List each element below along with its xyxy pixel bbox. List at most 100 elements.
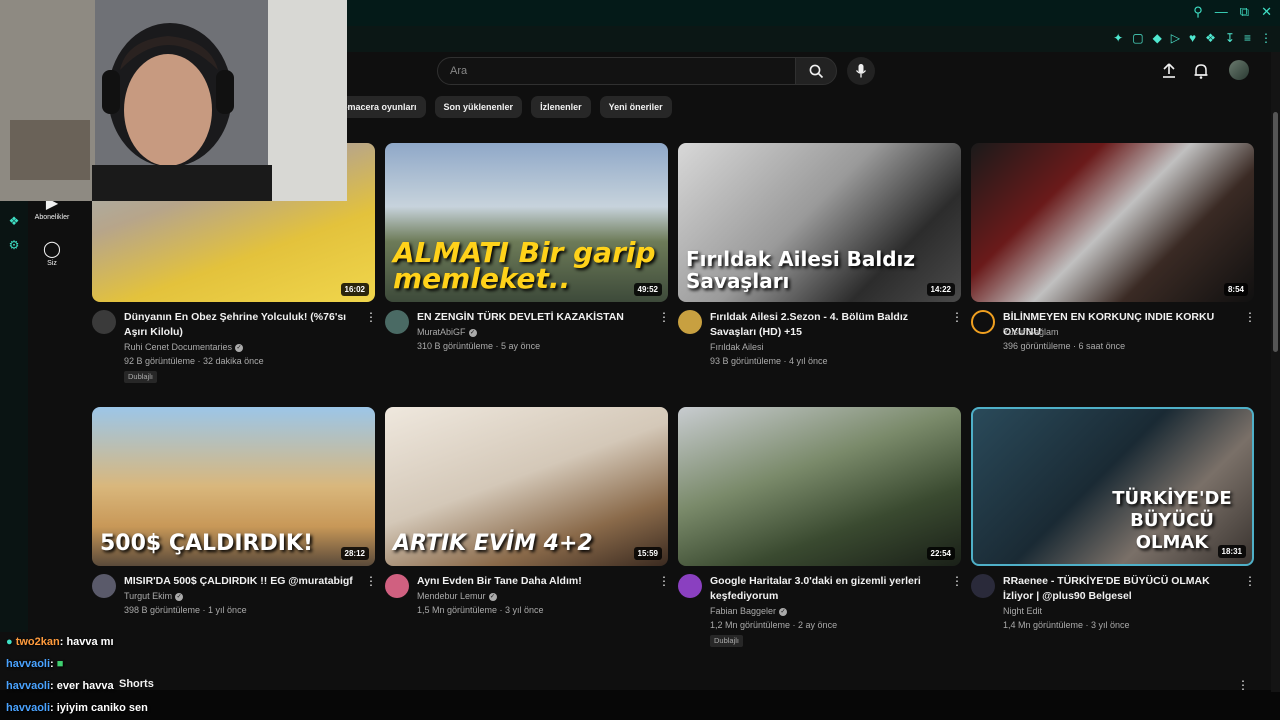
notifications-icon[interactable] (1192, 62, 1210, 80)
search-icon (809, 64, 824, 79)
video-duration: 22:54 (926, 547, 955, 560)
video-duration: 18:31 (1217, 545, 1246, 558)
pin-icon[interactable]: ✦ (1113, 31, 1123, 45)
chat-overlay (0, 632, 1280, 720)
verified-icon: ✓ (175, 592, 184, 601)
upload-icon[interactable] (1160, 62, 1178, 80)
thumbnail-caption: Fırıldak Ailesi Baldız Savaşları (686, 247, 916, 293)
video-thumbnail[interactable]: TÜRKİYE'DE BÜYÜCÜ OLMAK 18:31 (971, 407, 1254, 566)
channel-avatar[interactable] (385, 574, 409, 598)
chip-recently-uploaded[interactable]: Son yüklenenler (434, 96, 523, 118)
channel-avatar[interactable] (92, 574, 116, 598)
more-actions-icon[interactable]: ⋮ (1244, 574, 1256, 590)
shorts-section-title: Shorts (119, 678, 154, 690)
video-title[interactable]: MISIR'DA 500$ ÇALDIRDIK !! EG @muratabig… (124, 574, 356, 589)
more-actions-icon[interactable]: ⋮ (1244, 310, 1256, 326)
close-icon[interactable]: ✕ (1261, 4, 1272, 20)
extension-icons: ✦ ▢ ◆ ▷ ♥ ❖ ↧ ≡ ⋮ (1113, 31, 1272, 45)
more-icon[interactable]: ⋮ (1260, 31, 1272, 45)
thumbnail-caption: ALMATI Bir garip memleket.. (393, 236, 656, 295)
chip-watched[interactable]: İzlenenler (531, 96, 591, 118)
verified-icon: ✓ (779, 607, 788, 616)
shield-icon[interactable]: ◆ (1153, 31, 1162, 45)
channel-name[interactable]: MuratAbiGF ✓ (417, 325, 477, 340)
channel-name[interactable]: Fabian Baggeler ✓ (710, 604, 788, 619)
menu-icon[interactable]: ≡ (1244, 31, 1251, 45)
more-actions-icon[interactable]: ⋮ (951, 574, 963, 590)
scrollbar[interactable] (1271, 52, 1280, 692)
channel-name[interactable]: Night Edit (1003, 604, 1042, 619)
video-thumbnail[interactable]: 8:54 (971, 143, 1254, 302)
channel-avatar[interactable] (971, 310, 995, 334)
video-thumbnail[interactable]: 500$ ÇALDIRDIK! 28:12 (92, 407, 375, 566)
video-title[interactable]: Google Haritalar 3.0'daki en gizemli yer… (710, 574, 942, 604)
verified-icon: ✓ (488, 592, 497, 601)
dubbed-badge: Dublajlı (124, 371, 158, 383)
extension-sidebar-icon[interactable]: ❖ (7, 214, 21, 228)
filter-chips: n-macera oyunları Son yüklenenler İzlene… (330, 96, 672, 118)
crop-icon[interactable]: ▢ (1132, 31, 1143, 45)
video-stats: 93 B görüntüleme · 4 yıl önce (710, 356, 828, 366)
more-actions-icon[interactable]: ⋮ (365, 574, 377, 590)
video-stats: 310 B görüntüleme · 5 ay önce (417, 341, 541, 351)
video-title[interactable]: Dünyanın En Obez Şehrine Yolculuk! (%76'… (124, 310, 356, 340)
verified-icon: ✓ (468, 328, 477, 337)
window-controls: ⚲ — ⧉ ✕ (1193, 4, 1272, 20)
video-title[interactable]: EN ZENGİN TÜRK DEVLETİ KAZAKİSTAN (417, 310, 649, 325)
download-icon[interactable]: ↧ (1225, 31, 1235, 45)
chip-new-to-you[interactable]: Yeni öneriler (599, 96, 672, 118)
video-title[interactable]: Aynı Evden Bir Tane Daha Aldım! (417, 574, 649, 589)
video-stats: 1,4 Mn görüntüleme · 3 yıl önce (1003, 620, 1130, 630)
puzzle-icon[interactable]: ❖ (1205, 31, 1216, 45)
nav-label: Siz (47, 260, 57, 267)
video-duration: 14:22 (926, 283, 955, 296)
channel-avatar[interactable] (92, 310, 116, 334)
video-title[interactable]: RRaenee - TÜRKİYE'DE BÜYÜCÜ OLMAK İzliyo… (1003, 574, 1235, 604)
channel-name[interactable]: Mendebur Lemur ✓ (417, 589, 497, 604)
more-actions-icon[interactable]: ⋮ (365, 310, 377, 326)
voice-search-button[interactable] (847, 57, 875, 85)
you-icon: ◯ (43, 241, 61, 258)
heart-icon[interactable]: ♥ (1189, 31, 1196, 45)
video-title[interactable]: Fırıldak Ailesi 2.Sezon - 4. Bölüm Baldı… (710, 310, 942, 340)
verified-icon: ✓ (235, 343, 244, 352)
nav-you[interactable]: ◯ Siz (28, 241, 76, 269)
channel-name[interactable]: Fırıldak Ailesi (710, 340, 764, 355)
restore-icon[interactable]: ⧉ (1240, 4, 1249, 20)
account-avatar[interactable] (1229, 60, 1249, 80)
video-thumbnail[interactable]: 22:54 (678, 407, 961, 566)
channel-avatar[interactable] (385, 310, 409, 334)
channel-avatar[interactable] (678, 574, 702, 598)
video-stats: 92 B görüntüleme · 32 dakika önce (124, 356, 264, 366)
shorts-more-icon[interactable]: ⋮ (1237, 678, 1249, 692)
chat-message: havvaoli: iyiyim caniko sen (6, 702, 148, 714)
search-button[interactable] (795, 57, 837, 85)
chat-message: havvaoli: ■ (6, 658, 64, 670)
more-actions-icon[interactable]: ⋮ (658, 574, 670, 590)
video-thumbnail[interactable]: ARTIK EVİM 4+2 15:59 (385, 407, 668, 566)
channel-avatar[interactable] (678, 310, 702, 334)
video-duration: 8:54 (1223, 283, 1248, 296)
play-icon[interactable]: ▷ (1171, 31, 1180, 45)
video-thumbnail[interactable]: Fırıldak Ailesi Baldız Savaşları 14:22 (678, 143, 961, 302)
channel-name[interactable]: Yusuf Sağlam (1003, 325, 1059, 340)
microphone-icon (855, 64, 867, 78)
scrollbar-thumb[interactable] (1273, 112, 1278, 352)
more-actions-icon[interactable]: ⋮ (951, 310, 963, 326)
webcam-overlay (0, 0, 347, 201)
channel-name[interactable]: Ruhi Cenet Documentaries ✓ (124, 340, 244, 355)
video-duration: 15:59 (633, 547, 662, 560)
user-badge-icon: ● (6, 636, 16, 648)
youtube-mini-guide: ▶︎ Abonelikler ◯ Siz (28, 195, 76, 287)
emote-icon: ■ (56, 658, 64, 670)
nav-label: Abonelikler (34, 214, 70, 221)
search-input[interactable] (448, 64, 782, 78)
settings-icon[interactable]: ⚙ (7, 238, 21, 252)
thumbnail-caption: ARTIK EVİM 4+2 (393, 531, 593, 556)
minimize-icon[interactable]: — (1215, 4, 1228, 20)
channel-name[interactable]: Turgut Ekim ✓ (124, 589, 184, 604)
channel-avatar[interactable] (971, 574, 995, 598)
more-actions-icon[interactable]: ⋮ (658, 310, 670, 326)
video-thumbnail[interactable]: ALMATI Bir garip memleket.. 49:52 (385, 143, 668, 302)
search-icon[interactable]: ⚲ (1193, 4, 1203, 20)
